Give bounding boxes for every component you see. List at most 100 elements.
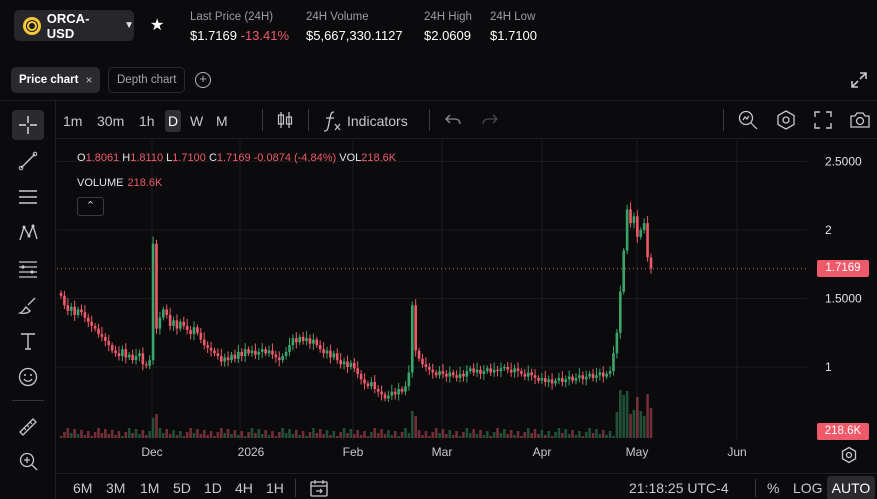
candle-body — [445, 373, 448, 377]
volume-bar — [117, 431, 121, 438]
range-1m[interactable]: 1M — [140, 480, 159, 496]
timeframe-d[interactable]: D — [165, 110, 182, 132]
volume-bar — [554, 432, 557, 438]
add-tab-icon[interactable]: + — [195, 72, 211, 88]
function-icon[interactable] — [323, 110, 343, 132]
indicators-button[interactable]: Indicators — [347, 110, 408, 132]
timeframe-m[interactable]: M — [216, 110, 228, 132]
candle-body — [567, 376, 571, 380]
volume-bar — [121, 436, 124, 438]
range-6m[interactable]: 6M — [73, 480, 92, 496]
undo-icon[interactable] — [444, 113, 462, 127]
volume-bar — [479, 430, 482, 438]
tab-price-chart[interactable]: Price chart × — [11, 67, 101, 93]
timeframe-1m[interactable]: 1m — [63, 110, 82, 132]
price-chart[interactable]: 2.5000 2 1.5000 1 Dec 2026 Feb Mar Apr May Jun — [57, 140, 877, 473]
volume-bar — [209, 431, 213, 438]
search-chart-icon[interactable] — [737, 109, 759, 131]
percent-scale-button[interactable]: % — [767, 480, 779, 496]
text-tool-icon[interactable] — [12, 326, 44, 356]
candle-body — [76, 309, 80, 315]
candle-body — [312, 339, 315, 344]
close-icon[interactable]: × — [85, 73, 92, 87]
timeframe-w[interactable]: W — [190, 110, 203, 132]
candle-body — [486, 368, 489, 372]
candle-body — [110, 345, 114, 351]
redo-icon[interactable] — [481, 113, 499, 127]
candle-body — [503, 367, 506, 369]
candle-body — [496, 369, 499, 372]
tab-depth-chart[interactable]: Depth chart — [108, 67, 186, 93]
zoom-in-icon[interactable] — [12, 446, 44, 476]
emoji-icon[interactable] — [12, 362, 44, 392]
volume-bar — [141, 430, 145, 438]
candle-body — [100, 334, 104, 337]
auto-scale-button[interactable]: AUTO — [827, 476, 875, 499]
candle-body — [288, 345, 291, 352]
collapse-legend-button[interactable]: ⌃ — [77, 197, 104, 216]
trend-line-icon[interactable] — [12, 146, 44, 176]
range-5d[interactable]: 5D — [173, 480, 191, 496]
candle-body — [192, 327, 196, 335]
candle-body — [250, 350, 254, 354]
volume-bar — [202, 430, 206, 438]
candle-body — [63, 295, 66, 306]
volume-bar — [428, 436, 431, 438]
timeframe-30m[interactable]: 30m — [97, 110, 124, 132]
candle-body — [499, 368, 503, 372]
candles-icon[interactable] — [276, 110, 294, 130]
candle-body — [574, 377, 578, 381]
orca-coin-icon — [23, 16, 41, 35]
range-1h[interactable]: 1H — [266, 480, 284, 496]
volume-bar — [148, 431, 151, 438]
volume-bar — [199, 434, 203, 438]
brush-icon[interactable] — [12, 290, 44, 320]
log-scale-button[interactable]: LOG — [793, 480, 823, 496]
range-4h[interactable]: 4H — [235, 480, 253, 496]
candle-body — [639, 230, 643, 237]
candle-body — [308, 338, 312, 344]
gear-icon[interactable] — [840, 446, 858, 464]
favorite-star-icon[interactable]: ★ — [150, 15, 164, 35]
crosshair-icon[interactable] — [12, 110, 44, 140]
volume-bar — [59, 436, 63, 438]
volume-bar — [438, 433, 441, 438]
volume-bar — [615, 412, 619, 438]
volume-bar — [124, 432, 128, 438]
horizontal-lines-icon[interactable] — [12, 182, 44, 212]
fullscreen-icon[interactable] — [813, 110, 833, 130]
candle-body — [185, 325, 189, 331]
volume-bar — [134, 429, 138, 438]
fibonacci-icon[interactable] — [12, 254, 44, 284]
candle-body — [526, 372, 530, 377]
ruler-icon[interactable] — [12, 412, 44, 442]
candle-body — [318, 345, 322, 350]
candle-body — [247, 349, 250, 354]
candle-body — [199, 332, 203, 340]
range-3m[interactable]: 3M — [106, 480, 125, 496]
volume-bar — [489, 436, 493, 438]
range-1d[interactable]: 1D — [204, 480, 222, 496]
volume-bar — [271, 431, 274, 438]
candle-body — [322, 349, 325, 354]
camera-icon[interactable] — [849, 110, 871, 130]
volume-bar — [564, 429, 568, 438]
volume-bar — [76, 434, 80, 438]
pattern-icon[interactable] — [12, 218, 44, 248]
volume-bar — [397, 436, 400, 438]
volume-label: VOLUME — [77, 177, 124, 189]
volume-bar — [625, 391, 629, 438]
candle-body — [226, 357, 230, 361]
volume-bar — [131, 433, 134, 438]
settings-hex-icon[interactable] — [775, 109, 797, 131]
candle-body — [475, 369, 479, 373]
candle-body — [257, 351, 261, 355]
expand-icon[interactable] — [849, 70, 869, 90]
timeframe-1h[interactable]: 1h — [139, 110, 155, 132]
market-selector[interactable]: ORCA-USD ▼ — [14, 10, 134, 41]
date-range-icon[interactable] — [309, 478, 329, 498]
volume-bar — [523, 432, 527, 438]
volume-bar — [530, 433, 533, 438]
volume-bar — [465, 428, 469, 438]
candle-body — [605, 373, 608, 377]
